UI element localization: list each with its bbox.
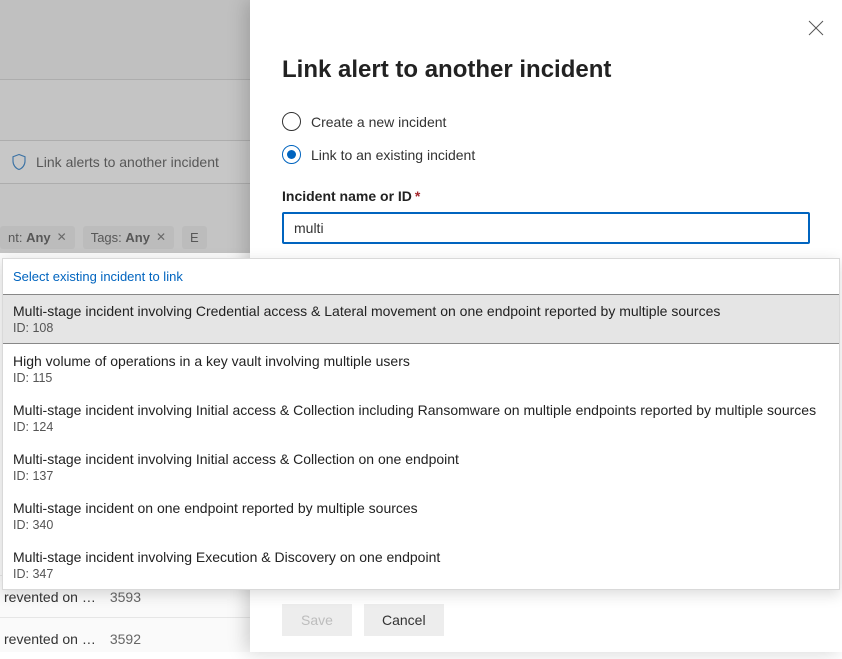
- button-bar: Save Cancel: [282, 604, 444, 636]
- incident-suggestions-dropdown: Select existing incident to link Multi-s…: [2, 258, 840, 590]
- dropdown-item-id: ID: 340: [13, 518, 829, 532]
- dropdown-item[interactable]: Multi-stage incident involving Initial a…: [3, 442, 839, 491]
- dropdown-item-title: Multi-stage incident involving Execution…: [13, 549, 829, 565]
- dropdown-item-id: ID: 137: [13, 469, 829, 483]
- save-button[interactable]: Save: [282, 604, 352, 636]
- dropdown-item[interactable]: Multi-stage incident involving Credentia…: [3, 294, 839, 344]
- bg-dim-overlay: [0, 0, 250, 253]
- incident-search-input[interactable]: [282, 212, 810, 244]
- dropdown-item-title: Multi-stage incident involving Credentia…: [13, 303, 829, 319]
- cancel-button[interactable]: Cancel: [364, 604, 444, 636]
- row-text: revented on …: [4, 631, 96, 647]
- radio-link-existing[interactable]: Link to an existing incident: [282, 145, 810, 164]
- dropdown-item-title: High volume of operations in a key vault…: [13, 353, 829, 369]
- table-row[interactable]: revented on … 3592: [0, 617, 250, 659]
- radio-icon: [282, 112, 301, 131]
- dropdown-item[interactable]: High volume of operations in a key vault…: [3, 344, 839, 393]
- dropdown-item-id: ID: 115: [13, 371, 829, 385]
- incident-field-label: Incident name or ID*: [282, 188, 810, 204]
- required-indicator: *: [415, 188, 420, 204]
- radio-label: Create a new incident: [311, 114, 446, 130]
- radio-group: Create a new incident Link to an existin…: [282, 112, 810, 164]
- dropdown-item[interactable]: Multi-stage incident involving Initial a…: [3, 393, 839, 442]
- dropdown-item-id: ID: 124: [13, 420, 829, 434]
- row-id: 3592: [110, 631, 141, 647]
- panel-title: Link alert to another incident: [282, 56, 810, 84]
- dropdown-item-title: Multi-stage incident involving Initial a…: [13, 451, 829, 467]
- row-text: revented on …: [4, 589, 96, 605]
- dropdown-item[interactable]: Multi-stage incident on one endpoint rep…: [3, 491, 839, 540]
- dropdown-item[interactable]: Multi-stage incident involving Execution…: [3, 540, 839, 589]
- row-id: 3593: [110, 589, 141, 605]
- radio-icon-selected: [282, 145, 301, 164]
- close-panel-button[interactable]: [806, 18, 826, 38]
- dropdown-item-title: Multi-stage incident on one endpoint rep…: [13, 500, 829, 516]
- panel-content: Link alert to another incident Create a …: [250, 0, 842, 264]
- dropdown-item-title: Multi-stage incident involving Initial a…: [13, 402, 829, 418]
- dropdown-header: Select existing incident to link: [3, 259, 839, 294]
- dropdown-item-id: ID: 347: [13, 567, 829, 581]
- dropdown-item-id: ID: 108: [13, 321, 829, 335]
- radio-label: Link to an existing incident: [311, 147, 475, 163]
- radio-create-new[interactable]: Create a new incident: [282, 112, 810, 131]
- radio-inner-dot: [287, 150, 296, 159]
